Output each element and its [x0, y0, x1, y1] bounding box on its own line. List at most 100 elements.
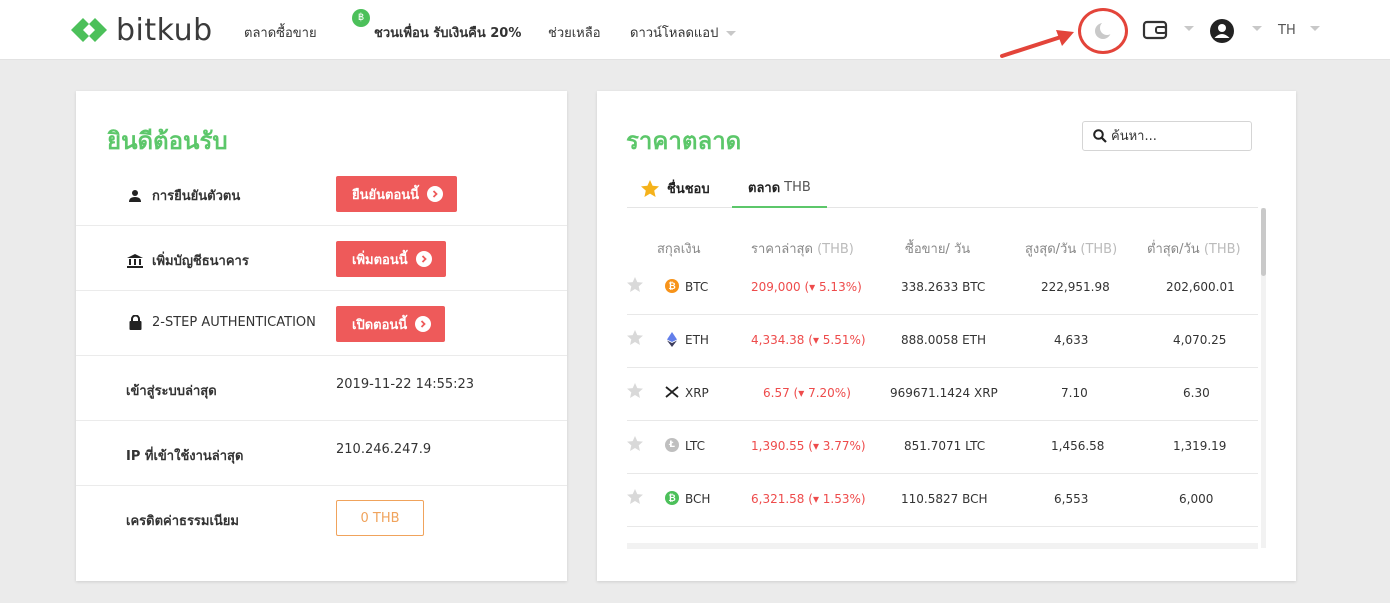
bank-label: เพิ่มบัญชีธนาคาร	[126, 250, 249, 271]
tab-market-label: ตลาด	[748, 181, 781, 196]
down-caret-icon: ▾	[812, 439, 819, 453]
chevron-down-icon[interactable]	[1184, 26, 1194, 31]
last-price: 209,000 (▾ 5.13%)	[751, 280, 862, 294]
enable-2fa-label: เปิดตอนนี้	[352, 317, 408, 333]
chevron-right-icon	[415, 251, 432, 267]
market-card: ราคาตลาด ชื่นชอบ ตลาด THB สกุลเงิน ราคาล…	[597, 91, 1296, 581]
volume: 969671.1424 XRP	[890, 386, 998, 400]
xrp-icon	[665, 385, 679, 399]
nav-referral-link[interactable]: ชวนเพื่อน รับเงินคืน 20%	[374, 22, 521, 43]
star-outline-icon[interactable]	[627, 277, 643, 292]
identity-label: การยืนยันตัวตน	[126, 185, 240, 206]
market-tabs: ชื่นชอบ ตลาด THB	[627, 169, 1258, 208]
verify-now-button[interactable]: ยืนยันตอนนี้	[336, 176, 458, 212]
star-outline-icon[interactable]	[627, 383, 643, 398]
table-row[interactable]: XRP 6.57 (▾ 7.20%) 969671.1424 XRP 7.10 …	[627, 368, 1258, 421]
annotation-arrow-icon	[1000, 30, 1074, 58]
twofa-label-text: 2-STEP AUTHENTICATION	[152, 315, 316, 330]
fee-credit-row: เครดิตค่าธรรมเนียม 0 THB	[76, 486, 567, 551]
search-input[interactable]	[1111, 128, 1241, 144]
search-icon	[1093, 129, 1107, 143]
price-change: 3.77%	[822, 439, 861, 453]
last-ip-row: IP ที่เข้าใช้งานล่าสุด 210.246.247.9	[76, 421, 567, 486]
header-currency[interactable]: สกุลเงิน	[657, 238, 700, 259]
header-low[interactable]: ต่ำสุด/วัน (THB)	[1147, 238, 1241, 259]
nav-download-label: ดาวน์โหลดแอป	[630, 26, 719, 41]
bank-icon	[126, 253, 144, 268]
coin-symbol: ETH	[685, 333, 709, 347]
bitkub-logo[interactable]: bitkub	[68, 12, 213, 48]
add-bank-label: เพิ่มตอนนี้	[352, 252, 408, 268]
nav-help-link[interactable]: ช่วยเหลือ	[548, 22, 601, 43]
chevron-down-icon[interactable]	[1252, 26, 1262, 31]
star-outline-icon[interactable]	[627, 489, 643, 504]
price-change: 5.51%	[822, 333, 861, 347]
table-row[interactable]: Ł LTC 1,390.55 (▾ 3.77%) 851.7071 LTC 1,…	[627, 421, 1258, 474]
coin-symbol: LTC	[685, 439, 706, 453]
coin-symbol: BCH	[685, 492, 711, 506]
table-row[interactable]: ₿ BTC 209,000 (▾ 5.13%) 338.2633 BTC 222…	[627, 262, 1258, 315]
market-title: ราคาตลาด	[626, 127, 742, 155]
volume: 338.2633 BTC	[901, 280, 986, 294]
nav-download-dropdown[interactable]: ดาวน์โหลดแอป	[630, 22, 737, 43]
down-caret-icon: ▾	[809, 280, 816, 294]
star-outline-icon[interactable]	[627, 436, 643, 451]
day-low: 4,070.25	[1173, 333, 1227, 347]
price-change: 7.20%	[808, 386, 847, 400]
header-low-unit: (THB)	[1203, 242, 1241, 257]
table-vertical-scrollbar[interactable]	[1261, 208, 1266, 548]
nav-market-link[interactable]: ตลาดซื้อขาย	[244, 22, 317, 43]
table-row[interactable]: ETH 4,334.38 (▾ 5.51%) 888.0058 ETH 4,63…	[627, 315, 1258, 368]
price-value: 209,000	[751, 280, 801, 294]
volume: 110.5827 BCH	[901, 492, 988, 506]
brand-name: bitkub	[116, 12, 213, 48]
twofa-row: 2-STEP AUTHENTICATION เปิดตอนนี้	[76, 291, 567, 356]
chevron-down-icon	[726, 31, 737, 36]
bitkub-logo-icon	[71, 18, 107, 42]
coin-symbol: XRP	[685, 386, 709, 400]
identity-row: การยืนยันตัวตน ยืนยันตอนนี้	[76, 161, 567, 226]
tab-market-thb[interactable]: ตลาด THB	[732, 169, 827, 208]
coin-symbol: BTC	[685, 280, 709, 294]
header-high[interactable]: สูงสุด/วัน (THB)	[1025, 238, 1117, 259]
tab-favorites-label: ชื่นชอบ	[667, 182, 710, 197]
chevron-right-icon	[427, 186, 444, 202]
fee-credit-balance[interactable]: 0 THB	[336, 500, 424, 536]
star-outline-icon[interactable]	[627, 330, 643, 345]
table-row[interactable]: ₿ BCH 6,321.58 (▾ 1.53%) 110.5827 BCH 6,…	[627, 474, 1258, 527]
last-price: 6.57 (▾ 7.20%)	[763, 386, 851, 400]
price-value: 4,334.38	[751, 333, 805, 347]
day-high: 7.10	[1061, 386, 1088, 400]
wallet-icon	[1142, 20, 1168, 40]
last-login-value: 2019-11-22 14:55:23	[336, 377, 475, 392]
tab-favorites[interactable]: ชื่นชอบ	[641, 169, 710, 208]
chevron-down-icon[interactable]	[1310, 26, 1320, 31]
table-horizontal-scrollbar[interactable]	[627, 543, 1258, 549]
welcome-title: ยินดีต้อนรับ	[107, 127, 228, 155]
day-high: 1,456.58	[1051, 439, 1105, 453]
dark-mode-toggle[interactable]	[1078, 8, 1128, 54]
lock-icon	[126, 315, 144, 330]
last-price: 4,334.38 (▾ 5.51%)	[751, 333, 866, 347]
scrollbar-thumb[interactable]	[1261, 208, 1266, 276]
price-value: 6,321.58	[751, 492, 805, 506]
down-caret-icon: ▾	[798, 386, 805, 400]
day-low: 1,319.19	[1173, 439, 1227, 453]
enable-2fa-button[interactable]: เปิดตอนนี้	[336, 306, 446, 342]
user-icon	[126, 189, 144, 203]
header-high-unit: (THB)	[1080, 242, 1118, 257]
btc-icon: ₿	[665, 279, 679, 293]
wallet-menu[interactable]	[1142, 19, 1168, 45]
header-last-price[interactable]: ราคาล่าสุด (THB)	[751, 238, 854, 259]
add-bank-button[interactable]: เพิ่มตอนนี้	[336, 241, 446, 277]
header-volume[interactable]: ซื้อขาย/ วัน	[905, 238, 970, 259]
language-selector[interactable]: TH	[1278, 23, 1296, 38]
identity-label-text: การยืนยันตัวตน	[152, 189, 241, 204]
account-menu[interactable]	[1210, 19, 1234, 47]
last-login-row: เข้าสู่ระบบล่าสุด 2019-11-22 14:55:23	[76, 356, 567, 421]
header-high-label: สูงสุด/วัน	[1025, 242, 1077, 257]
welcome-card: ยินดีต้อนรับ การยืนยันตัวตน ยืนยันตอนนี้…	[76, 91, 567, 581]
market-search[interactable]	[1082, 121, 1252, 151]
user-avatar-icon	[1210, 19, 1234, 43]
bch-icon: ₿	[665, 491, 679, 505]
